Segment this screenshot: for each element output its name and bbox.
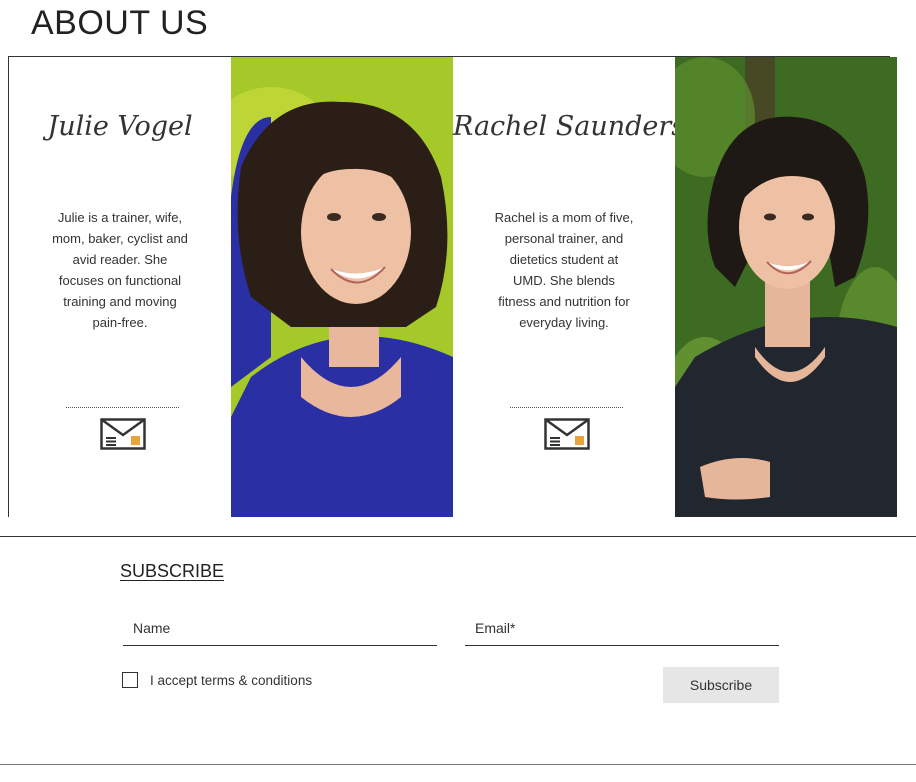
team-member-name: Julie Vogel — [47, 111, 193, 142]
divider — [66, 407, 179, 408]
terms-label: I accept terms & conditions — [150, 672, 313, 688]
section-divider — [0, 536, 916, 537]
terms-row: I accept terms & conditions — [122, 672, 312, 688]
terms-checkbox[interactable] — [122, 672, 138, 688]
page-title: ABOUT US — [31, 4, 209, 42]
footer-divider — [0, 764, 916, 765]
team-member-bio: Julie is a trainer, wife, mom, baker, cy… — [52, 210, 188, 330]
subscribe-button[interactable]: Subscribe — [663, 667, 779, 703]
team-member-name: Rachel Saunders — [453, 111, 686, 142]
team-member-bio: Rachel is a mom of five, personal traine… — [494, 210, 634, 330]
name-field-wrapper — [123, 610, 437, 646]
team-card-rachel: Rachel Saunders Rachel is a mom of five,… — [453, 57, 686, 517]
name-input[interactable] — [123, 610, 437, 645]
email-field-wrapper — [465, 610, 779, 646]
team-photo-julie — [231, 57, 453, 517]
email-input[interactable] — [465, 610, 779, 645]
team-photo-rachel — [675, 57, 897, 517]
envelope-icon[interactable] — [100, 418, 146, 450]
envelope-icon[interactable] — [544, 418, 590, 450]
divider — [510, 407, 623, 408]
subscribe-heading: SUBSCRIBE — [120, 561, 225, 581]
team-card-julie: Julie Vogel Julie is a trainer, wife, mo… — [9, 57, 231, 517]
